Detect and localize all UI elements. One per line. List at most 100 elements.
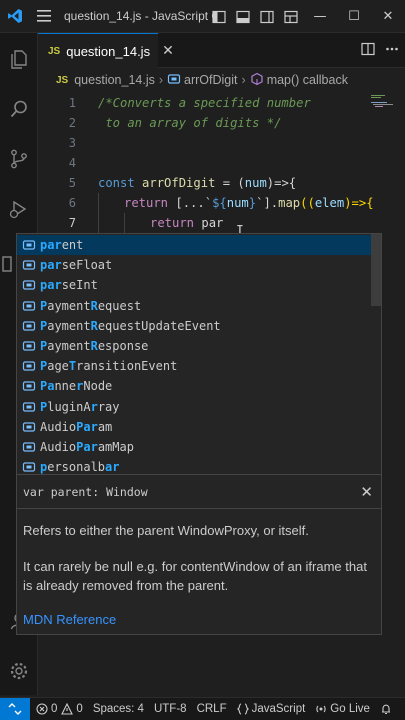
suggestion-item[interactable]: parseInt bbox=[17, 275, 371, 295]
close-details-icon[interactable]: ✕ bbox=[360, 483, 373, 501]
explorer-icon[interactable] bbox=[0, 35, 38, 83]
indent-guide bbox=[98, 193, 99, 233]
source-control-icon[interactable] bbox=[0, 135, 38, 183]
minimap[interactable] bbox=[371, 94, 393, 111]
tab-question-14-js[interactable]: JS question_14.js ✕ bbox=[38, 33, 174, 68]
editor-tabs: JS question_14.js ✕ bbox=[38, 33, 405, 68]
breadcrumb: JS question_14.js › arrOfDigit › map() c… bbox=[38, 68, 405, 92]
variable-icon bbox=[21, 378, 37, 394]
eol-setting[interactable]: CRLF bbox=[197, 703, 227, 715]
line-number: 2 bbox=[68, 116, 76, 130]
suggestion-label: PaymentRequest bbox=[40, 298, 142, 313]
close-tab-icon[interactable]: ✕ bbox=[162, 43, 174, 59]
run-debug-icon[interactable] bbox=[0, 185, 38, 233]
status-bar: 0 0 Spaces: 4 UTF-8 CRLF JavaScript Go L… bbox=[0, 697, 405, 720]
variable-icon bbox=[21, 358, 37, 374]
suggestion-item[interactable]: parseFloat bbox=[17, 255, 371, 275]
line-number: 6 bbox=[68, 196, 76, 210]
go-live-button[interactable]: Go Live bbox=[315, 703, 370, 715]
suggestion-label: personalbar bbox=[40, 460, 120, 475]
suggestion-item[interactable]: PaymentRequestUpdateEvent bbox=[17, 316, 371, 336]
variable-icon bbox=[21, 257, 37, 273]
variable-icon bbox=[21, 439, 37, 455]
error-count: 0 bbox=[51, 703, 58, 715]
suggestion-label: PaymentRequestUpdateEvent bbox=[40, 318, 221, 333]
suggestion-scrollbar[interactable] bbox=[371, 234, 381, 306]
breadcrumb-symbol-arrofdigit[interactable]: arrOfDigit bbox=[184, 73, 237, 87]
tab-label: question_14.js bbox=[66, 43, 151, 59]
breadcrumb-separator: › bbox=[158, 73, 164, 87]
suggestion-label: PaymentResponse bbox=[40, 339, 149, 354]
code-line-1: /*Converts a specified number bbox=[98, 96, 311, 110]
error-icon bbox=[36, 703, 48, 715]
suggestion-item[interactable]: PaymentResponse bbox=[17, 336, 371, 356]
toggle-secondary-sidebar-icon[interactable] bbox=[255, 0, 279, 33]
suggestion-list[interactable]: parent parseFloat parseInt PaymentRequest Pa… bbox=[16, 233, 382, 475]
toggle-primary-sidebar-icon[interactable] bbox=[207, 0, 231, 33]
extensions-icon[interactable] bbox=[0, 239, 14, 287]
maximize-button[interactable]: ☐ bbox=[337, 0, 371, 33]
warning-icon bbox=[61, 703, 74, 715]
suggestion-label: PageTransitionEvent bbox=[40, 359, 178, 374]
breadcrumb-separator: › bbox=[241, 73, 246, 87]
menu-hamburger-icon[interactable] bbox=[30, 0, 58, 33]
braces-icon bbox=[236, 703, 249, 715]
code-line-7: return par bbox=[150, 216, 224, 230]
line-number: 3 bbox=[68, 136, 76, 150]
settings-gear-icon[interactable] bbox=[0, 647, 38, 695]
line-number: 5 bbox=[68, 176, 76, 190]
javascript-file-icon: JS bbox=[48, 45, 61, 57]
line-number: 4 bbox=[68, 156, 76, 170]
minimize-button[interactable]: — bbox=[303, 0, 337, 33]
suggestion-label: PluginArray bbox=[40, 399, 120, 414]
indentation-setting[interactable]: Spaces: 4 bbox=[93, 703, 144, 715]
problems-indicator[interactable]: 0 0 bbox=[36, 703, 83, 715]
search-icon[interactable] bbox=[0, 85, 38, 133]
notifications-bell-icon[interactable] bbox=[380, 703, 395, 715]
suggestion-label: AudioParam bbox=[40, 419, 113, 434]
suggestion-item[interactable]: PageTransitionEvent bbox=[17, 356, 371, 376]
details-signature: var parent: Window bbox=[23, 485, 148, 499]
variable-icon bbox=[21, 298, 37, 314]
breadcrumb-symbol-map-callback[interactable]: map() callback bbox=[267, 73, 348, 87]
remote-window-icon[interactable] bbox=[0, 697, 30, 720]
breadcrumb-file[interactable]: question_14.js bbox=[74, 73, 155, 87]
suggestion-item[interactable]: PluginArray bbox=[17, 397, 371, 417]
window-title: question_14.js - JavaScript Qu... bbox=[64, 9, 214, 23]
symbol-method-icon bbox=[250, 72, 264, 89]
suggestion-label: PannerNode bbox=[40, 379, 113, 394]
details-description: Refers to either the parent WindowProxy,… bbox=[23, 523, 309, 538]
line-number: 1 bbox=[68, 96, 76, 110]
details-divider bbox=[17, 508, 381, 509]
title-bar: question_14.js - JavaScript Qu... — ☐ ✕ bbox=[0, 0, 405, 33]
variable-icon bbox=[21, 237, 37, 253]
suggestion-item[interactable]: PannerNode bbox=[17, 376, 371, 396]
variable-icon bbox=[21, 277, 37, 293]
line-number-active: 7 bbox=[68, 216, 76, 230]
suggestion-item[interactable]: PaymentRequest bbox=[17, 296, 371, 316]
mdn-reference-link[interactable]: MDN Reference bbox=[23, 612, 116, 627]
variable-icon bbox=[21, 459, 37, 474]
variable-icon bbox=[21, 419, 37, 435]
variable-icon bbox=[21, 338, 37, 354]
broadcast-icon bbox=[316, 705, 326, 713]
suggestion-item[interactable]: personalbar bbox=[17, 457, 371, 475]
encoding-setting[interactable]: UTF-8 bbox=[154, 703, 187, 715]
language-mode[interactable]: JavaScript bbox=[236, 703, 305, 715]
code-line-5: const arrOfDigit = (num)=>{ bbox=[98, 176, 297, 190]
javascript-file-icon: JS bbox=[56, 74, 69, 86]
suggestion-label: parent bbox=[40, 238, 84, 253]
more-actions-icon[interactable] bbox=[385, 42, 399, 59]
warning-count: 0 bbox=[76, 703, 83, 715]
suggestion-label: parseFloat bbox=[40, 258, 113, 273]
close-window-button[interactable]: ✕ bbox=[371, 0, 405, 33]
suggestion-item[interactable]: parent bbox=[17, 235, 371, 256]
customize-layout-icon[interactable] bbox=[279, 0, 303, 33]
toggle-panel-icon[interactable] bbox=[231, 0, 255, 33]
split-editor-icon[interactable] bbox=[361, 42, 375, 59]
suggestion-label: AudioParamMap bbox=[40, 440, 134, 455]
symbol-variable-icon bbox=[167, 73, 181, 88]
suggestion-item[interactable]: AudioParamMap bbox=[17, 437, 371, 457]
suggestion-item[interactable]: AudioParam bbox=[17, 417, 371, 437]
code-line-6: return [...`${num}`].map((elem)=>{ bbox=[124, 196, 374, 210]
